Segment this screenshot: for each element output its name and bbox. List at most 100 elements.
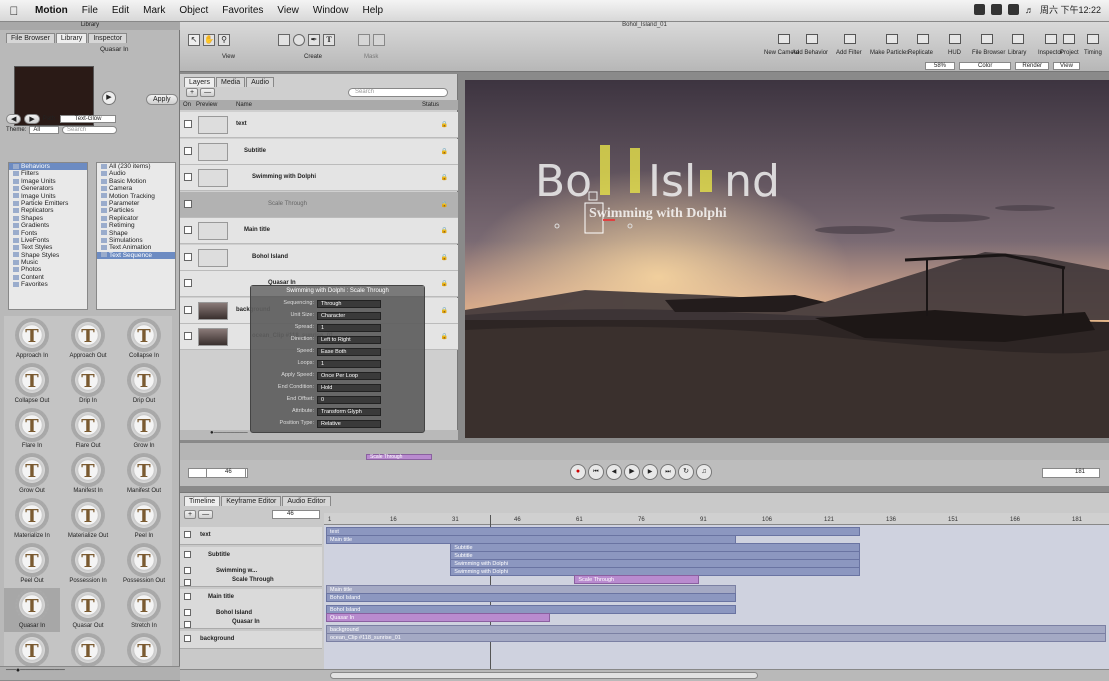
list-item[interactable]: Simulations bbox=[97, 237, 175, 244]
layers-search[interactable]: Search bbox=[348, 88, 448, 97]
toolbar-add-filter-icon[interactable] bbox=[844, 34, 856, 44]
list-item[interactable]: Behaviors bbox=[9, 163, 87, 171]
timeline-bar-quasar[interactable]: Quasar In bbox=[326, 613, 550, 622]
list-item[interactable]: Text Sequence bbox=[97, 251, 175, 260]
library-thumbnail[interactable]: T Approach Out bbox=[60, 318, 116, 362]
pen-tool-icon[interactable]: ✒ bbox=[308, 34, 320, 46]
toolbar-library-button[interactable]: Library bbox=[1008, 50, 1026, 56]
layer-checkbox[interactable] bbox=[184, 120, 192, 128]
toolbar-add-filter-button[interactable]: Add Filter bbox=[836, 50, 862, 56]
toolbar-timing-button[interactable]: Timing bbox=[1084, 50, 1102, 56]
library-thumbnail[interactable]: T Materialize In bbox=[4, 498, 60, 542]
view-select[interactable]: View bbox=[1053, 62, 1080, 70]
list-item[interactable]: Favorites bbox=[9, 281, 87, 288]
timeline-ruler[interactable]: 1 16 31 46 61 76 91 106 121 136 151 166 181 bbox=[324, 513, 1109, 525]
list-item[interactable]: Particle Emitters bbox=[9, 200, 87, 207]
pan-tool-icon[interactable]: ✋ bbox=[203, 34, 215, 46]
render-select[interactable]: Render bbox=[1015, 62, 1050, 70]
timeline-bar-bohol1[interactable]: Bohol Island bbox=[326, 593, 736, 602]
toolbar-replicate-icon[interactable] bbox=[917, 34, 929, 44]
apple-icon[interactable]:  bbox=[0, 4, 28, 18]
hud-value[interactable]: Transform Glyph bbox=[317, 408, 381, 416]
mask-tool-icon[interactable] bbox=[373, 34, 385, 46]
library-thumbnail[interactable]: T Stretch In bbox=[116, 588, 172, 632]
tab-audio[interactable]: Audio bbox=[246, 77, 274, 87]
color-select[interactable]: Color bbox=[959, 62, 1012, 70]
current-frame-field[interactable]: 46 bbox=[206, 468, 246, 478]
track-checkbox[interactable] bbox=[184, 531, 191, 538]
library-thumbnail[interactable]: T Grow Out bbox=[4, 453, 60, 497]
end-frame-field[interactable]: 181 bbox=[1042, 468, 1100, 478]
list-item[interactable]: Image Units bbox=[9, 193, 87, 200]
toolbar-make-particles-icon[interactable] bbox=[886, 34, 898, 44]
menu-favorites[interactable]: Favorites bbox=[215, 5, 270, 16]
track-checkbox[interactable] bbox=[184, 635, 191, 642]
toolbar-file-browser-button[interactable]: File Browser bbox=[972, 50, 1005, 56]
list-item[interactable]: Camera bbox=[97, 185, 175, 192]
layer-row[interactable]: Main title 🔒 bbox=[180, 218, 458, 244]
tab-audio-editor[interactable]: Audio Editor bbox=[282, 496, 331, 506]
library-thumbnail[interactable]: T Quasar In bbox=[4, 588, 60, 632]
circle-tool-icon[interactable] bbox=[293, 34, 305, 46]
menu-file[interactable]: File bbox=[75, 5, 105, 16]
add-layer-button[interactable]: + bbox=[184, 510, 197, 519]
tab-timeline[interactable]: Timeline bbox=[184, 496, 221, 506]
library-thumbnail[interactable]: T Drip In bbox=[60, 363, 116, 407]
list-item[interactable]: Image Units bbox=[9, 178, 87, 185]
track-row[interactable]: background bbox=[180, 631, 322, 649]
track-name[interactable]: Main title bbox=[208, 594, 234, 600]
library-thumbnail[interactable]: T Flare In bbox=[4, 408, 60, 452]
toolbar-hud-button[interactable]: HUD bbox=[948, 50, 961, 56]
library-thumbnail[interactable]: T Peel Out bbox=[4, 543, 60, 587]
select-tool-icon[interactable]: ↖ bbox=[188, 34, 200, 46]
status-icon[interactable] bbox=[990, 4, 1002, 15]
layer-name[interactable]: text bbox=[236, 121, 247, 127]
track-row[interactable]: Scale Through bbox=[180, 575, 322, 587]
library-thumbnail[interactable]: T Approach In bbox=[4, 318, 60, 362]
rectangle-tool-icon[interactable] bbox=[278, 34, 290, 46]
hud-value[interactable]: Once Per Loop bbox=[317, 372, 381, 380]
hud-value[interactable]: Ease Both bbox=[317, 348, 381, 356]
play-icon[interactable]: ▶ bbox=[102, 91, 116, 105]
timeline-bar-scale-through[interactable]: Scale Through bbox=[574, 575, 699, 584]
track-row[interactable]: Quasar In bbox=[180, 617, 322, 629]
list-item[interactable]: Parameter bbox=[97, 200, 175, 207]
layer-row[interactable]: Bohol Island 🔒 bbox=[180, 244, 458, 271]
track-name[interactable]: Swimming w... bbox=[216, 568, 257, 574]
zoom-select[interactable]: 58% bbox=[925, 62, 956, 70]
hud-value[interactable]: 1 bbox=[317, 360, 381, 368]
track-name[interactable]: Bohol Island bbox=[216, 610, 252, 616]
forward-button[interactable]: ▶ bbox=[24, 114, 40, 124]
menu-object[interactable]: Object bbox=[172, 5, 215, 16]
layer-row[interactable]: Swimming with Dolphi 🔒 bbox=[180, 165, 458, 191]
layer-checkbox[interactable] bbox=[184, 252, 192, 261]
layer-row[interactable]: Subtitle 🔒 bbox=[180, 138, 458, 165]
list-item[interactable]: LiveFonts bbox=[9, 237, 87, 244]
layer-checkbox[interactable] bbox=[184, 199, 192, 208]
list-item[interactable]: Basic Motion bbox=[97, 178, 175, 185]
list-item[interactable]: Music bbox=[9, 259, 87, 266]
list-item[interactable]: Generators bbox=[9, 185, 87, 192]
lock-icon[interactable]: 🔒 bbox=[441, 227, 448, 234]
library-thumbnail[interactable]: T Collapse Out bbox=[4, 363, 60, 407]
track-checkbox[interactable] bbox=[184, 551, 191, 558]
track-checkbox[interactable] bbox=[184, 593, 191, 600]
mask-tool-icon[interactable] bbox=[358, 34, 370, 46]
list-item[interactable]: Particles bbox=[97, 207, 175, 214]
zoom-slider[interactable]: ──●───────── bbox=[0, 666, 180, 680]
clock[interactable]: 周六 下午12:22 bbox=[1040, 3, 1101, 16]
play-icon[interactable]: ▶ bbox=[624, 464, 640, 480]
library-thumbnail[interactable]: T Possession In bbox=[60, 543, 116, 587]
layer-name[interactable]: Main title bbox=[244, 227, 270, 233]
record-icon[interactable]: ● bbox=[570, 464, 586, 480]
go-to-end-icon[interactable]: ⏭ bbox=[660, 464, 676, 480]
list-item[interactable]: Replicators bbox=[9, 207, 87, 214]
audio-icon[interactable]: ♫ bbox=[696, 464, 712, 480]
remove-layer-button[interactable]: — bbox=[198, 510, 214, 519]
toolbar-timing-icon[interactable] bbox=[1087, 34, 1099, 44]
theme-select[interactable]: All bbox=[29, 126, 60, 134]
mini-timeline[interactable]: Scale Through bbox=[180, 442, 1109, 460]
library-thumbnail[interactable]: T Drip Out bbox=[116, 363, 172, 407]
hud-value[interactable]: 0 bbox=[317, 396, 381, 404]
list-item[interactable]: Photos bbox=[9, 266, 87, 273]
